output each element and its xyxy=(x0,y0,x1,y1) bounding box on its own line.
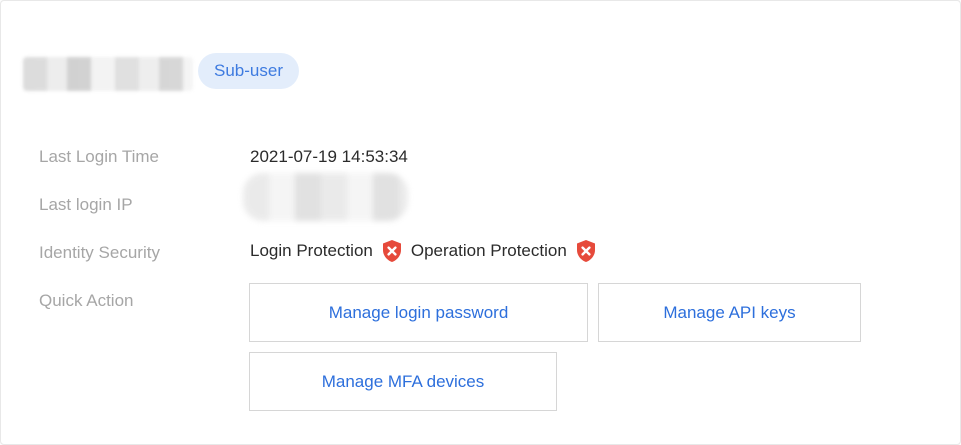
operation-protection-label: Operation Protection xyxy=(410,241,567,260)
last-login-time-value: 2021-07-19 14:53:34 xyxy=(250,147,408,166)
last-login-time-label: Last Login Time xyxy=(39,147,160,166)
manage-login-password-button[interactable]: Manage login password xyxy=(249,283,588,342)
login-protection-label: Login Protection xyxy=(250,241,373,260)
account-info-card: Sub-user Last Login Time 2021-07-19 14:5… xyxy=(0,0,961,445)
sub-user-badge: Sub-user xyxy=(198,53,299,89)
last-login-ip-redacted xyxy=(243,173,408,221)
quick-action-label: Quick Action xyxy=(39,291,134,310)
identity-security-label: Identity Security xyxy=(39,243,160,262)
login-protection-off-shield-icon xyxy=(381,239,403,263)
manage-api-keys-button[interactable]: Manage API keys xyxy=(598,283,861,342)
last-login-ip-label: Last login IP xyxy=(39,195,133,214)
identity-security-status: Login Protection Operation Protection xyxy=(250,239,605,263)
username-redacted xyxy=(23,57,193,91)
operation-protection-off-shield-icon xyxy=(575,239,597,263)
manage-mfa-devices-button[interactable]: Manage MFA devices xyxy=(249,352,557,411)
